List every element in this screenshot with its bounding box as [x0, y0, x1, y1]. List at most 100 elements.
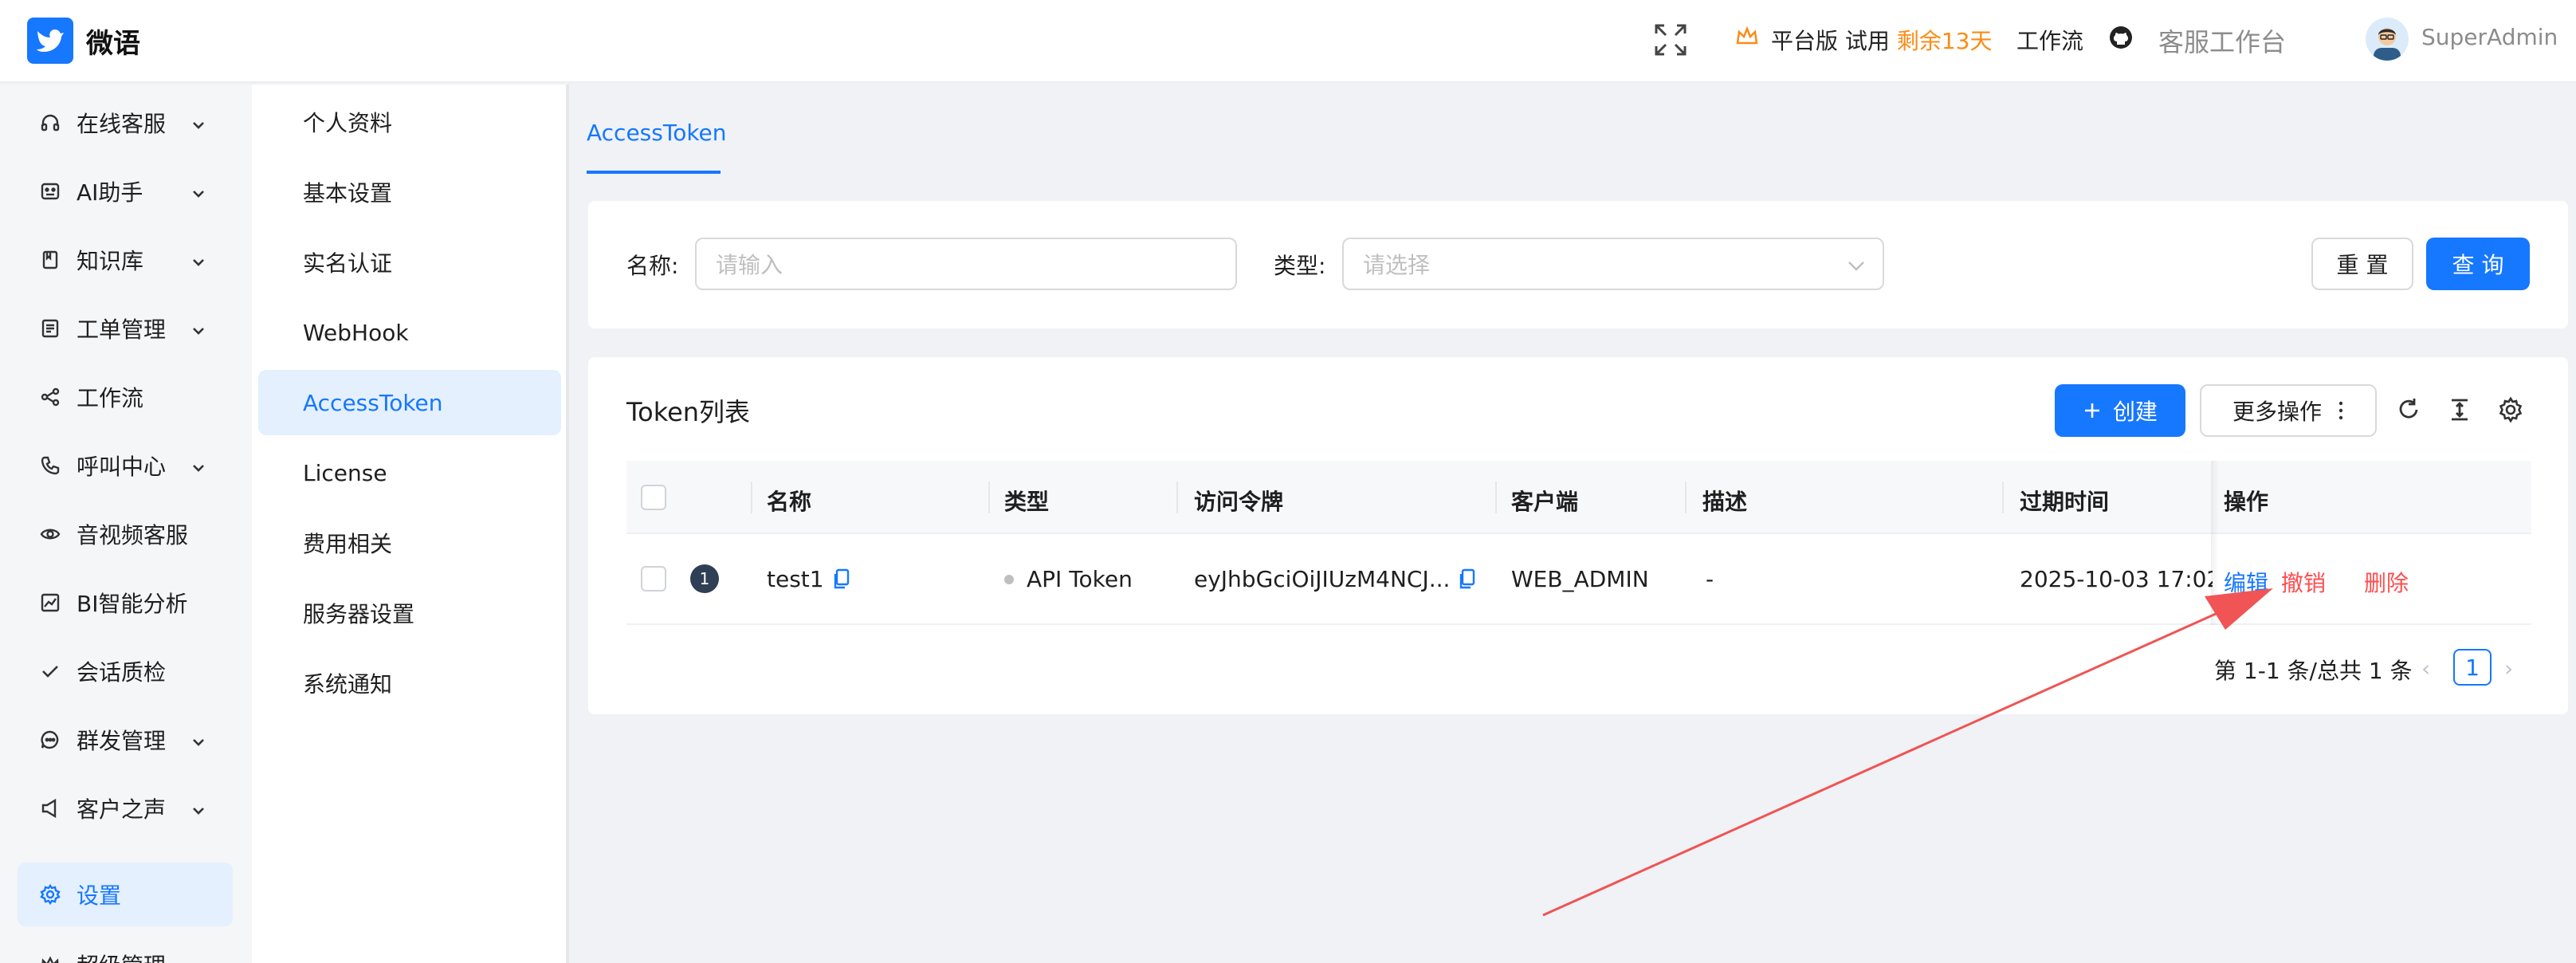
eye-icon: [38, 522, 62, 546]
phone-icon: [38, 454, 62, 478]
subnav-item-accesstoken[interactable]: AccessToken: [258, 370, 561, 435]
chevron-down-icon: [190, 182, 207, 208]
subnav-item-license[interactable]: License: [258, 440, 561, 505]
username[interactable]: SuperAdmin: [2421, 24, 2558, 50]
copy-icon[interactable]: [832, 568, 850, 591]
github-icon[interactable]: [2109, 26, 2133, 53]
column-header-actions: 操作: [2224, 489, 2269, 515]
column-divider: [988, 482, 990, 513]
bird-logo-icon: [27, 18, 73, 64]
sidebar-item-knowledge-base[interactable]: 知识库: [18, 228, 233, 292]
sidebar-item-label: 音视频客服: [77, 522, 189, 548]
tab-accesstoken[interactable]: AccessToken: [587, 120, 727, 146]
sidebar-item-bi-analytics[interactable]: BI智能分析: [18, 571, 233, 635]
subnav-item-server-settings[interactable]: 服务器设置: [258, 580, 561, 646]
sidebar-item-av-service[interactable]: 音视频客服: [18, 502, 233, 566]
row-description: -: [1706, 566, 1714, 592]
sidebar-item-label: 知识库: [77, 248, 144, 274]
more-actions-button[interactable]: 更多操作: [2200, 384, 2377, 437]
column-header-type[interactable]: 类型: [1004, 485, 1049, 517]
delete-link[interactable]: 删除: [2364, 566, 2409, 598]
gear-icon: [38, 882, 62, 906]
copy-icon[interactable]: [1458, 568, 1475, 591]
row-type: API Token: [1027, 566, 1133, 592]
avatar[interactable]: [2366, 18, 2409, 61]
robot-icon: [38, 179, 62, 203]
revoke-link[interactable]: 撤销: [2281, 566, 2326, 598]
row-client: WEB_ADMIN: [1511, 566, 1649, 592]
sidebar-item-broadcast[interactable]: 群发管理: [18, 708, 233, 772]
column-header-client[interactable]: 客户端: [1511, 485, 1578, 517]
sidebar-item-call-center[interactable]: 呼叫中心: [18, 434, 233, 497]
sidebar-item-label: 设置: [77, 882, 122, 909]
tab-active-indicator: [587, 171, 721, 174]
sidebar-item-voice-of-customer[interactable]: 客户之声: [18, 776, 233, 840]
chevron-down-icon: [190, 456, 207, 482]
row-expires: 2025-10-03 17:02: [2020, 566, 2221, 592]
chevron-down-icon: [190, 799, 207, 825]
table-title: Token列表: [626, 397, 751, 427]
column-header-description[interactable]: 描述: [1702, 485, 1747, 517]
row-name-cell: test1: [767, 566, 850, 592]
column-header-expires[interactable]: 过期时间: [2020, 485, 2109, 517]
sound-icon: [38, 796, 62, 820]
headset-icon: [38, 111, 62, 135]
fullscreen-icon[interactable]: [1653, 22, 1688, 61]
more-vertical-icon: [2338, 400, 2344, 421]
sidebar-item-workflow[interactable]: 工作流: [18, 365, 233, 429]
chevron-down-icon: [190, 319, 207, 345]
sidebar-item-quality-check[interactable]: 会话质检: [18, 639, 233, 703]
subnav-item-webhook[interactable]: WebHook: [258, 300, 561, 365]
column-height-icon[interactable]: [2444, 394, 2476, 426]
top-header: 微语 平台版 试用 剩余13天 工作流 客服工作台 SuperAdmin: [0, 0, 2576, 83]
sidebar-item-settings[interactable]: 设置: [18, 863, 233, 926]
pagination-page-1[interactable]: 1: [2453, 649, 2492, 686]
reload-icon[interactable]: [2393, 394, 2425, 426]
reset-button[interactable]: 重 置: [2311, 238, 2413, 290]
chevron-down-icon: [190, 730, 207, 757]
workflow-link[interactable]: 工作流: [2016, 24, 2083, 56]
sidebar-item-online-service[interactable]: 在线客服: [18, 91, 233, 155]
chevron-down-icon: [190, 955, 207, 963]
subnav-item-system-notice[interactable]: 系统通知: [258, 651, 561, 716]
message-icon: [38, 728, 62, 752]
edit-link[interactable]: 编辑: [2224, 566, 2268, 598]
sidebar-item-tickets[interactable]: 工单管理: [18, 297, 233, 360]
pagination-next-icon[interactable]: ›: [2504, 655, 2513, 682]
plan-status[interactable]: 平台版 试用 剩余13天: [1771, 24, 1992, 56]
column-header-name[interactable]: 名称: [767, 485, 811, 517]
type-select[interactable]: 请选择: [1342, 238, 1884, 290]
share-icon: [38, 385, 62, 409]
sidebar-item-super-admin[interactable]: 超级管理: [18, 933, 233, 963]
sidebar-item-label: 客户之声: [77, 796, 167, 823]
sidebar-item-ai-assistant[interactable]: AI助手: [18, 159, 233, 223]
query-button[interactable]: 查 询: [2426, 238, 2530, 290]
create-button[interactable]: 创建: [2055, 384, 2185, 437]
subnav-item-verification[interactable]: 实名认证: [258, 230, 561, 295]
chevron-down-icon: [190, 250, 207, 277]
column-header-token[interactable]: 访问令牌: [1194, 485, 1283, 517]
row-token-cell: eyJhbGciOiJIUzM4NCJ...: [1194, 566, 1475, 592]
pagination-prev-icon[interactable]: ‹: [2421, 655, 2430, 682]
crown-icon: [1734, 24, 1760, 53]
select-all-checkbox[interactable]: [641, 485, 666, 510]
type-label: 类型:: [1274, 253, 1326, 279]
subnav-item-basic-settings[interactable]: 基本设置: [258, 159, 561, 225]
column-divider: [1495, 482, 1497, 513]
subnav-item-profile[interactable]: 个人资料: [258, 89, 561, 155]
table-row: 1 test1 API Token eyJhbGciOiJIUzM4NCJ...…: [626, 534, 2531, 625]
app-logo[interactable]: 微语: [27, 18, 140, 64]
book-icon: [38, 248, 62, 272]
crown-icon: [38, 953, 62, 963]
settings-subnav: 个人资料 基本设置 实名认证 WebHook AccessToken Licen…: [252, 85, 569, 963]
sidebar-item-label: 呼叫中心: [77, 454, 167, 480]
row-actions-cell: 编辑 撤销 删除: [2213, 534, 2531, 623]
row-checkbox[interactable]: [641, 566, 666, 592]
agent-desk-link[interactable]: 客服工作台: [2158, 22, 2286, 59]
subnav-item-billing[interactable]: 费用相关: [258, 510, 561, 576]
search-panel: 名称: 请输入 类型: 请选择 重 置 查 询: [588, 201, 2568, 328]
plan-remaining: 剩余13天: [1896, 28, 1993, 54]
name-search-input[interactable]: 请输入: [695, 238, 1237, 290]
settings-icon[interactable]: [2495, 394, 2527, 426]
sidebar-item-label: 在线客服: [77, 111, 167, 137]
